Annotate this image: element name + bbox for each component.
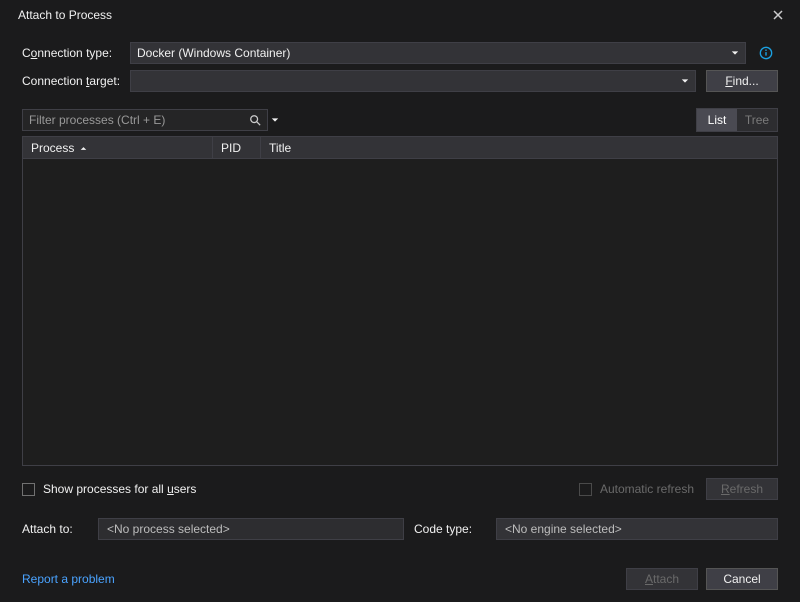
process-grid: Process PID Title: [22, 136, 778, 466]
grid-header: Process PID Title: [23, 137, 777, 159]
code-type-combo[interactable]: <No engine selected>: [496, 518, 778, 540]
report-problem-link[interactable]: Report a problem: [22, 572, 115, 586]
attach-button: Attach: [626, 568, 698, 590]
view-mode-list[interactable]: List: [697, 109, 737, 131]
connection-type-value: Docker (Windows Container): [137, 46, 290, 60]
code-type-value: <No engine selected>: [505, 522, 622, 536]
column-header-title[interactable]: Title: [261, 137, 777, 158]
automatic-refresh-checkbox: [579, 483, 592, 496]
filter-dropdown-button[interactable]: [268, 116, 282, 124]
show-all-users-label: Show processes for all users: [43, 482, 196, 496]
connection-type-combo[interactable]: Docker (Windows Container): [130, 42, 746, 64]
window-title: Attach to Process: [18, 8, 112, 22]
connection-target-label: Connection target:: [22, 74, 130, 88]
show-all-users-checkbox[interactable]: [22, 483, 35, 496]
filter-placeholder: Filter processes (Ctrl + E): [29, 113, 165, 127]
chevron-down-icon: [731, 49, 739, 57]
sort-asc-icon: [80, 141, 87, 155]
filter-input[interactable]: Filter processes (Ctrl + E): [22, 109, 268, 131]
search-icon: [249, 114, 261, 126]
close-button[interactable]: [764, 4, 792, 26]
info-icon[interactable]: [754, 46, 778, 60]
cancel-button[interactable]: Cancel: [706, 568, 778, 590]
view-mode-tree[interactable]: Tree: [737, 109, 777, 131]
refresh-button: Refresh: [706, 478, 778, 500]
column-header-process[interactable]: Process: [23, 137, 213, 158]
attach-to-label: Attach to:: [22, 522, 88, 536]
grid-body[interactable]: [23, 159, 777, 465]
chevron-down-icon: [681, 77, 689, 85]
connection-type-label: Connection type:: [22, 46, 130, 60]
view-mode-toggle: List Tree: [696, 108, 778, 132]
column-header-pid[interactable]: PID: [213, 137, 261, 158]
close-icon: [773, 10, 783, 20]
find-button[interactable]: Find...: [706, 70, 778, 92]
code-type-label: Code type:: [414, 522, 486, 536]
title-bar: Attach to Process: [0, 0, 800, 30]
attach-to-field: <No process selected>: [98, 518, 404, 540]
automatic-refresh-label: Automatic refresh: [600, 482, 694, 496]
connection-target-combo[interactable]: [130, 70, 696, 92]
